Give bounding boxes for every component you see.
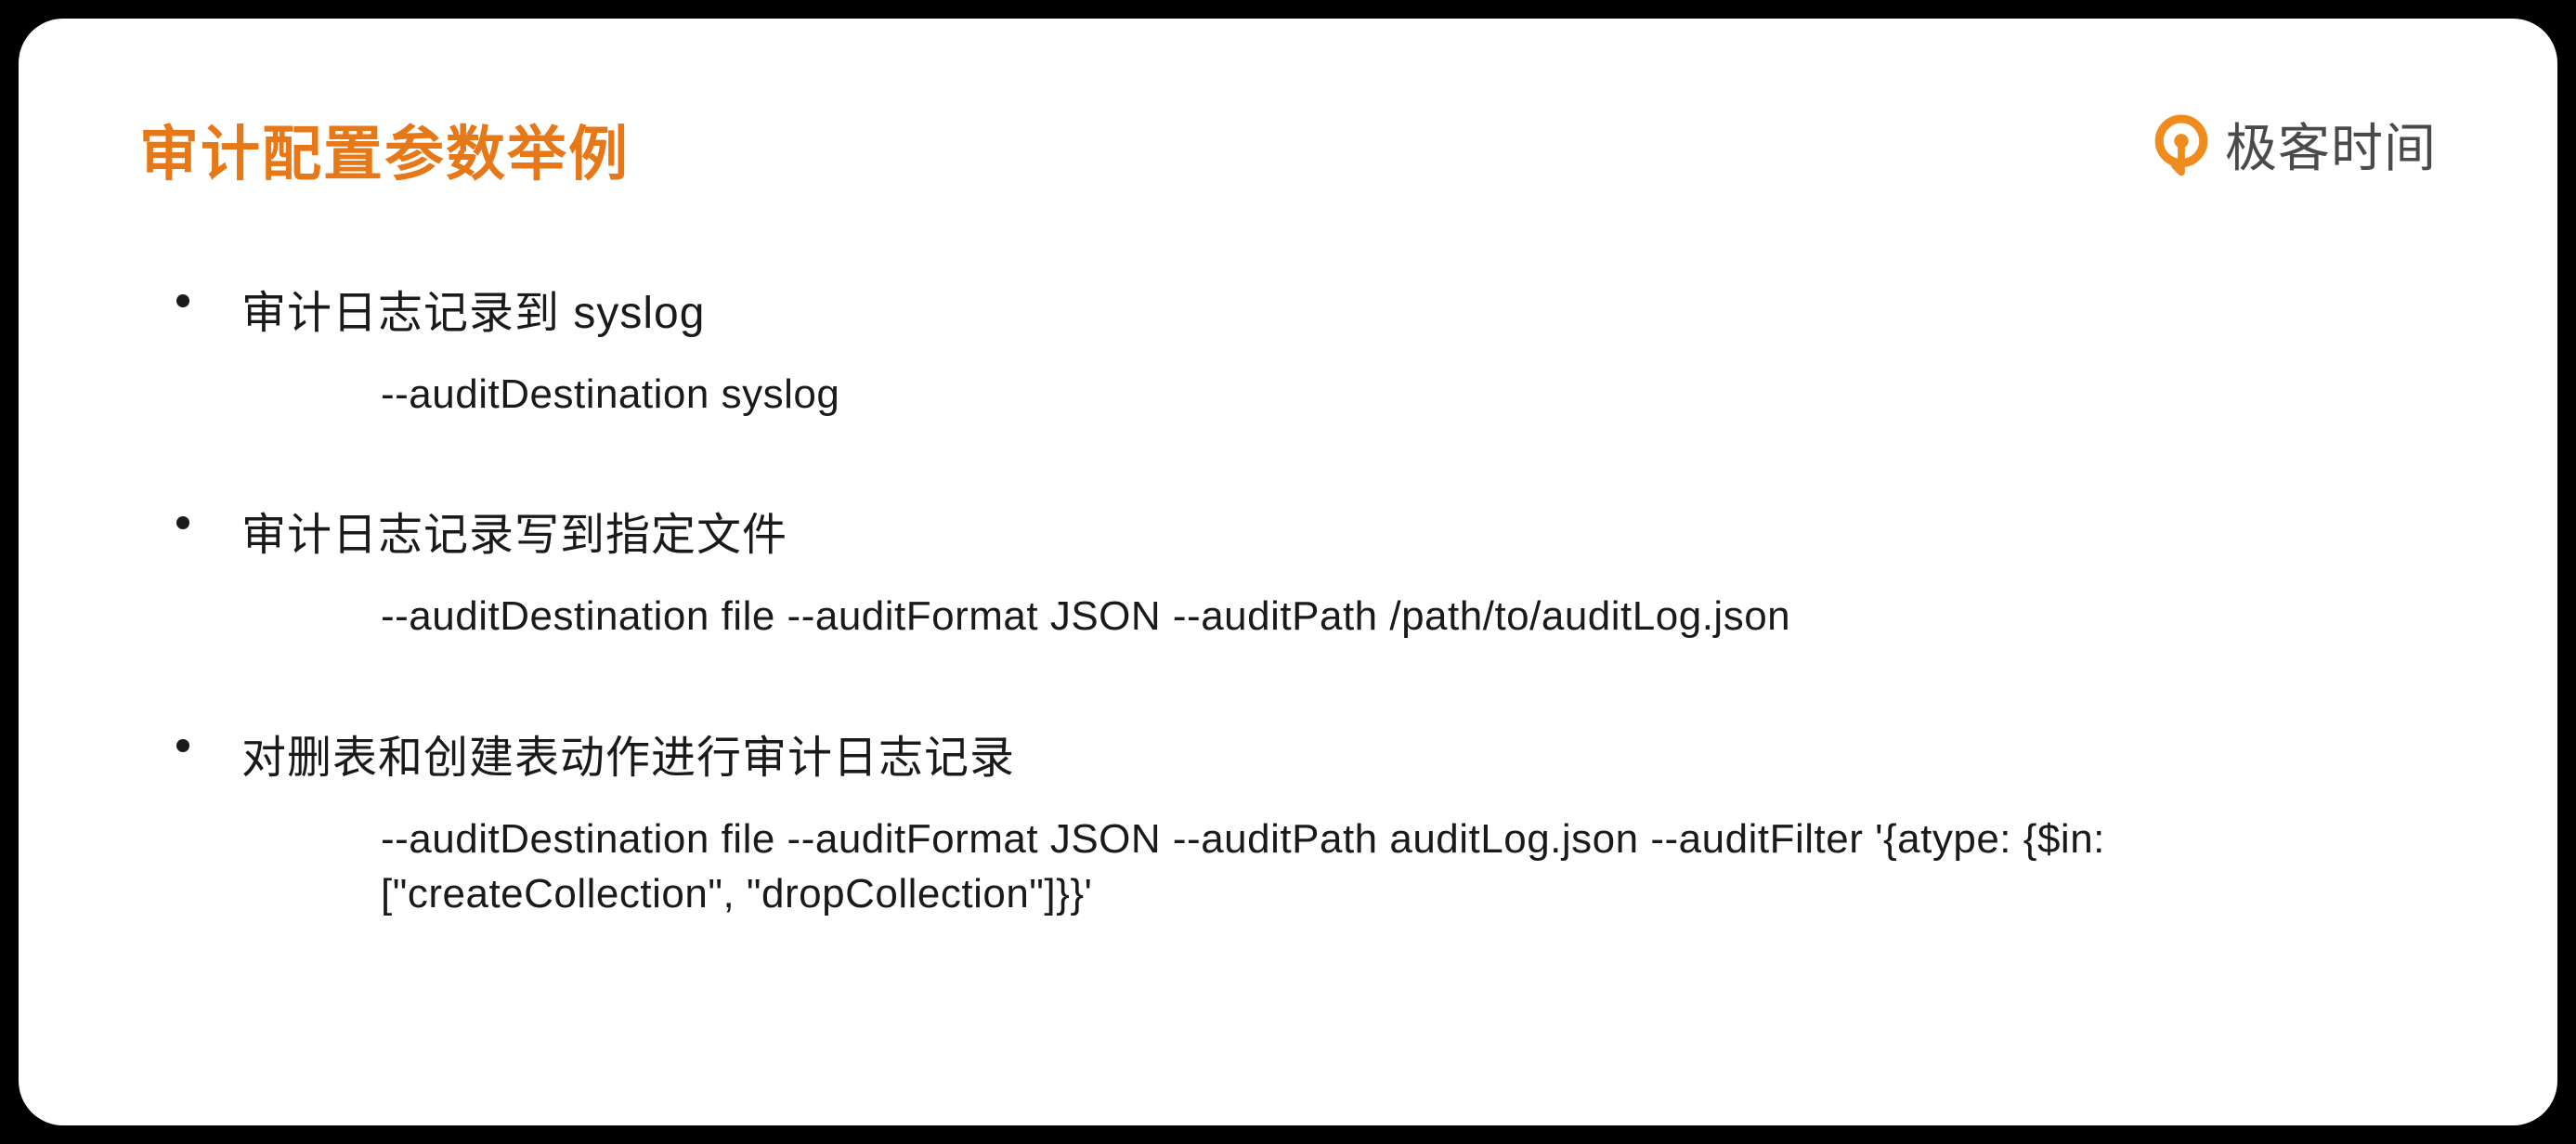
item-command: --auditDestination syslog — [381, 367, 2437, 422]
item-title: 审计日志记录到 syslog — [241, 276, 705, 341]
list-item: 审计日志记录写到指定文件 --auditDestination file --a… — [176, 498, 2437, 644]
bullet-list: 审计日志记录到 syslog --auditDestination syslog… — [176, 276, 2437, 922]
content-area: 审计日志记录到 syslog --auditDestination syslog… — [139, 276, 2437, 922]
brand-logo-text: 极客时间 — [2225, 107, 2437, 182]
brand-logo: 极客时间 — [2149, 107, 2437, 182]
bullet-icon — [176, 516, 189, 529]
brand-logo-icon — [2149, 112, 2214, 177]
bullet-icon — [176, 739, 189, 752]
item-title: 审计日志记录写到指定文件 — [241, 498, 787, 563]
bullet-icon — [176, 294, 189, 307]
list-item: 审计日志记录到 syslog --auditDestination syslog — [176, 276, 2437, 422]
slide-card: 审计配置参数举例 极客时间 审计日志记录到 syslog --auditDest… — [19, 19, 2557, 1125]
list-item: 对删表和创建表动作进行审计日志记录 --auditDestination fil… — [176, 721, 2437, 922]
slide-title: 审计配置参数举例 — [139, 107, 2437, 192]
item-command: --auditDestination file --auditFormat JS… — [381, 589, 2437, 644]
item-title: 对删表和创建表动作进行审计日志记录 — [241, 721, 1015, 786]
item-command: --auditDestination file --auditFormat JS… — [381, 812, 2437, 922]
